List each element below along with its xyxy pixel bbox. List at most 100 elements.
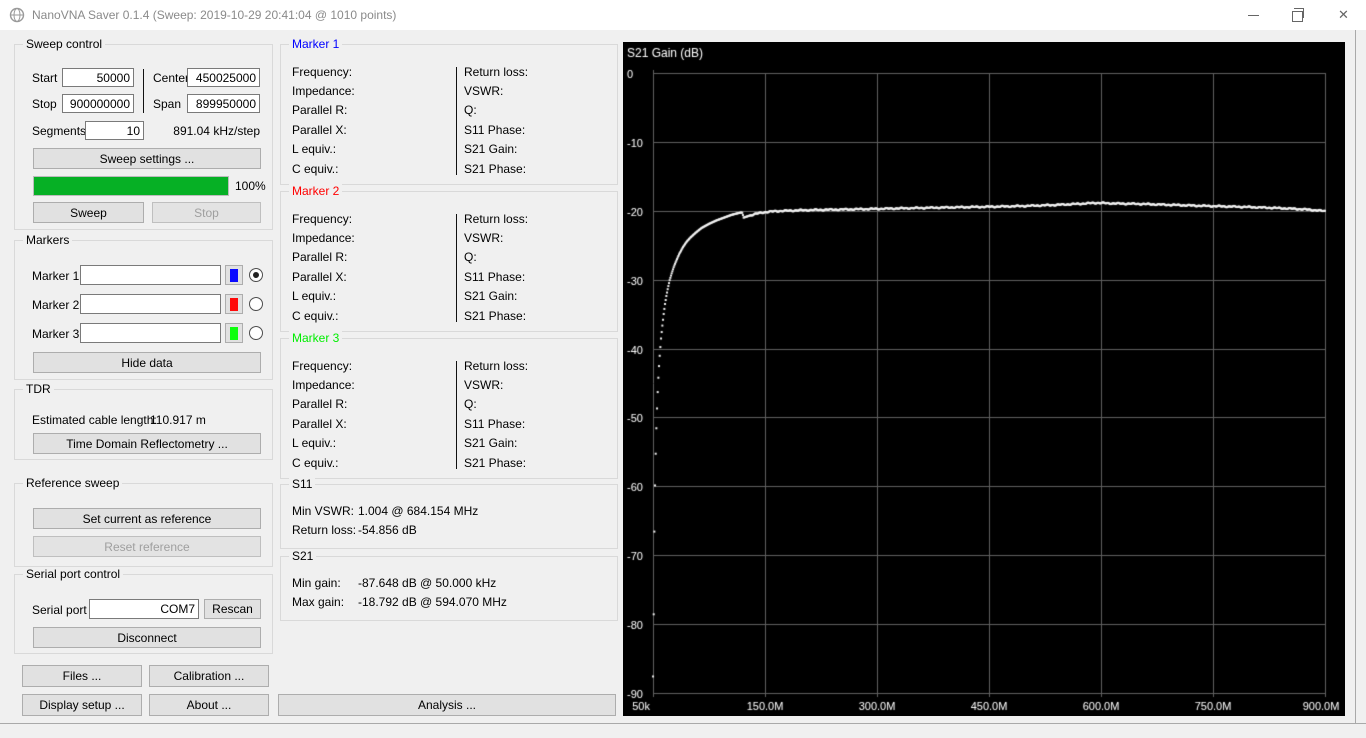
hide-data-button[interactable]: Hide data — [33, 352, 261, 373]
marker3-input[interactable] — [80, 323, 221, 343]
s21-panel-title: S21 — [289, 549, 317, 563]
return-loss-label: Return loss: — [464, 211, 529, 226]
serial-port-title: Serial port control — [23, 567, 124, 581]
parallel-x-label: Parallel X: — [292, 416, 347, 431]
window-title: NanoVNA Saver 0.1.4 (Sweep: 2019-10-29 2… — [32, 8, 397, 22]
s21-phase-label: S21 Phase: — [464, 455, 527, 470]
return-loss-label: Return loss: — [464, 358, 529, 373]
reset-reference-button[interactable]: Reset reference — [33, 536, 261, 557]
marker1-data-panel: Marker 1 Frequency: Impedance: Parallel … — [280, 37, 618, 185]
s11-panel-title: S11 — [289, 477, 316, 491]
parallel-x-label: Parallel X: — [292, 122, 347, 137]
bottom-edge-divider — [0, 723, 1366, 724]
span-label: Span — [153, 97, 182, 111]
marker2-color-swatch — [230, 297, 238, 311]
marker1-label: Marker 1 — [32, 269, 80, 283]
parallel-x-label: Parallel X: — [292, 269, 347, 284]
display-setup-button[interactable]: Display setup ... — [22, 694, 142, 716]
set-reference-button[interactable]: Set current as reference — [33, 508, 261, 529]
marker1-color-button[interactable] — [225, 265, 243, 285]
cable-length-value: 110.917 m — [150, 413, 206, 427]
vswr-label: VSWR: — [464, 378, 504, 393]
marker1-radio[interactable] — [249, 268, 263, 282]
step-size-text: 891.04 kHz/step — [173, 124, 260, 138]
sweep-control-title: Sweep control — [23, 37, 106, 51]
impedance-label: Impedance: — [292, 84, 355, 99]
marker1-panel-title: Marker 1 — [289, 37, 343, 51]
calibration-button[interactable]: Calibration ... — [149, 665, 269, 687]
span-input[interactable] — [187, 94, 260, 113]
q-label: Q: — [464, 103, 477, 118]
min-vswr-label: Min VSWR: — [292, 504, 355, 518]
stop-button[interactable]: Stop — [152, 202, 261, 223]
marker2-color-button[interactable] — [225, 294, 243, 314]
restore-button[interactable] — [1276, 0, 1321, 30]
minimize-icon — [1248, 14, 1259, 16]
s11-return-loss-value: -54.856 dB — [358, 523, 417, 537]
s21-phase-label: S21 Phase: — [464, 308, 527, 323]
serial-port-input[interactable] — [89, 599, 199, 619]
impedance-label: Impedance: — [292, 378, 355, 393]
parallel-r-label: Parallel R: — [292, 103, 348, 118]
markers-title: Markers — [23, 233, 73, 247]
s21-phase-label: S21 Phase: — [464, 161, 527, 176]
minimize-button[interactable] — [1231, 0, 1276, 30]
vswr-label: VSWR: — [464, 231, 504, 246]
s21-gain-label: S21 Gain: — [464, 142, 518, 157]
l-equiv-label: L equiv.: — [292, 289, 337, 304]
segments-input[interactable] — [85, 121, 144, 140]
marker2-radio[interactable] — [249, 297, 263, 311]
frequency-label: Frequency: — [292, 64, 353, 79]
title-bar: NanoVNA Saver 0.1.4 (Sweep: 2019-10-29 2… — [0, 0, 1366, 30]
about-button[interactable]: About ... — [149, 694, 269, 716]
min-gain-value: -87.648 dB @ 50.000 kHz — [358, 576, 497, 590]
analysis-button[interactable]: Analysis ... — [278, 694, 616, 716]
frequency-label: Frequency: — [292, 358, 353, 373]
frequency-label: Frequency: — [292, 211, 353, 226]
disconnect-button[interactable]: Disconnect — [33, 627, 261, 648]
start-label: Start — [32, 71, 58, 85]
s11-phase-label: S11 Phase: — [464, 416, 526, 431]
files-button[interactable]: Files ... — [22, 665, 142, 687]
center-input[interactable] — [187, 68, 260, 87]
center-label: Center — [153, 71, 190, 85]
stop-input[interactable] — [62, 94, 134, 113]
s21-gain-chart[interactable] — [623, 42, 1345, 716]
tdr-button[interactable]: Time Domain Reflectometry ... — [33, 433, 261, 454]
s11-summary-panel: S11 Min VSWR: 1.004 @ 684.154 MHz Return… — [280, 477, 618, 549]
marker3-panel-divider — [456, 361, 457, 469]
marker1-input[interactable] — [80, 265, 221, 285]
restore-icon — [1292, 7, 1304, 22]
start-input[interactable] — [62, 68, 134, 87]
max-gain-value: -18.792 dB @ 594.070 MHz — [358, 595, 507, 609]
sweep-progress-fill — [34, 177, 228, 195]
parallel-r-label: Parallel R: — [292, 250, 348, 265]
tdr-title: TDR — [23, 382, 54, 396]
return-loss-label: Return loss: — [464, 64, 529, 79]
s21-gain-label: S21 Gain: — [464, 289, 518, 304]
c-equiv-label: C equiv.: — [292, 161, 339, 176]
marker3-color-swatch — [230, 326, 238, 340]
marker2-label: Marker 2 — [32, 298, 80, 312]
sweep-field-divider — [143, 69, 144, 113]
reference-sweep-group: Reference sweep Set current as reference… — [14, 476, 273, 567]
marker3-color-button[interactable] — [225, 323, 243, 343]
close-button[interactable]: ✕ — [1321, 0, 1366, 30]
q-label: Q: — [464, 397, 477, 412]
app-window: NanoVNA Saver 0.1.4 (Sweep: 2019-10-29 2… — [0, 0, 1366, 738]
marker1-color-swatch — [230, 268, 238, 282]
marker3-radio[interactable] — [249, 326, 263, 340]
markers-group: Markers Marker 1 Marker 2 Marker 3 Hide … — [14, 233, 273, 380]
min-vswr-value: 1.004 @ 684.154 MHz — [358, 504, 479, 518]
sweep-settings-button[interactable]: Sweep settings ... — [33, 148, 261, 169]
q-label: Q: — [464, 250, 477, 265]
marker2-input[interactable] — [80, 294, 221, 314]
sweep-button[interactable]: Sweep — [33, 202, 144, 223]
rescan-button[interactable]: Rescan — [204, 599, 261, 619]
s11-return-loss-label: Return loss: — [292, 523, 357, 537]
marker3-label: Marker 3 — [32, 327, 80, 341]
close-icon: ✕ — [1338, 7, 1349, 22]
sweep-control-group: Sweep control Start Center Stop Span Seg… — [14, 37, 273, 230]
l-equiv-label: L equiv.: — [292, 436, 337, 451]
cable-length-label: Estimated cable length: — [32, 413, 157, 427]
